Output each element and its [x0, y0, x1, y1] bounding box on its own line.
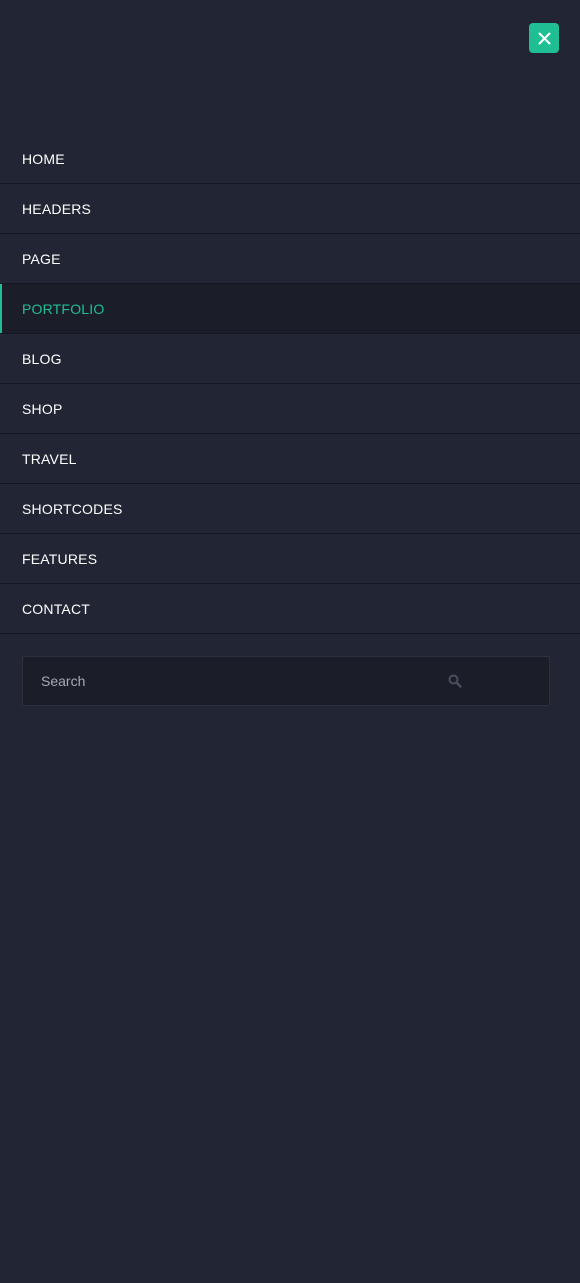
nav-item-headers[interactable]: HEADERS [0, 184, 580, 234]
nav-item-label: PORTFOLIO [22, 300, 105, 317]
search-input[interactable] [23, 657, 447, 705]
nav-item-label: SHOP [22, 400, 63, 417]
nav-item-label: TRAVEL [22, 450, 77, 467]
mobile-menu-panel: HOME HEADERS PAGE PORTFOLIO BLOG SHOP TR… [0, 0, 580, 1283]
nav-item-label: FEATURES [22, 550, 98, 567]
close-icon [538, 32, 550, 44]
nav-item-label: BLOG [22, 350, 62, 367]
nav-item-features[interactable]: FEATURES [0, 534, 580, 584]
nav-item-shortcodes[interactable]: SHORTCODES [0, 484, 580, 534]
nav-item-label: HOME [22, 150, 65, 167]
main-navigation: HOME HEADERS PAGE PORTFOLIO BLOG SHOP TR… [0, 134, 580, 634]
nav-item-home[interactable]: HOME [0, 134, 580, 184]
nav-item-travel[interactable]: TRAVEL [0, 434, 580, 484]
nav-item-contact[interactable]: CONTACT [0, 584, 580, 634]
nav-item-page[interactable]: PAGE [0, 234, 580, 284]
nav-item-label: HEADERS [22, 200, 92, 217]
nav-item-label: CONTACT [22, 600, 91, 617]
close-button[interactable] [529, 23, 559, 53]
nav-item-blog[interactable]: BLOG [0, 334, 580, 384]
nav-item-label: PAGE [22, 250, 61, 267]
nav-item-label: SHORTCODES [22, 500, 123, 517]
search-box [22, 656, 550, 706]
nav-item-shop[interactable]: SHOP [0, 384, 580, 434]
search-icon[interactable] [447, 673, 463, 689]
nav-item-portfolio[interactable]: PORTFOLIO [0, 284, 580, 334]
